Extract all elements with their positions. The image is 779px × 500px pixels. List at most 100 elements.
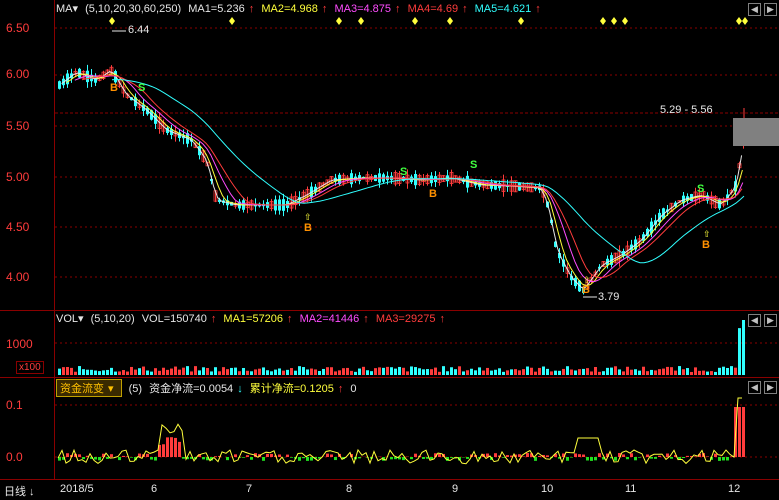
volume-bar bbox=[190, 371, 193, 375]
volume-bar bbox=[642, 367, 645, 375]
volume-bar bbox=[542, 367, 545, 375]
signal-diamond-icon bbox=[412, 17, 418, 25]
volume-bar bbox=[154, 368, 157, 375]
fund-flow-panel[interactable]: 资金流变▾ (5) 资金净流=0.0054↓ 累计净流=0.1205↑ 0 ◀ … bbox=[0, 378, 779, 478]
volume-bar bbox=[678, 366, 681, 375]
volume-bar bbox=[238, 371, 241, 375]
volume-bar bbox=[430, 369, 433, 375]
volume-bar bbox=[286, 370, 289, 375]
volume-bar bbox=[206, 368, 209, 375]
volume-bar bbox=[478, 367, 481, 375]
fund-flow-bar bbox=[118, 457, 121, 460]
fund-flow-bar bbox=[682, 457, 685, 458]
fund-flow-bar bbox=[98, 457, 101, 460]
volume-bar bbox=[150, 372, 153, 375]
fund-flow-bar bbox=[630, 453, 633, 457]
volume-bar bbox=[638, 371, 641, 375]
candlestick-chart bbox=[0, 0, 779, 310]
volume-bar bbox=[510, 369, 513, 375]
fund-flow-bar bbox=[438, 454, 441, 457]
high-price-label: 6.44 bbox=[128, 24, 149, 36]
volume-bar bbox=[178, 370, 181, 375]
volume-bar bbox=[518, 370, 521, 375]
fund-flow-bar bbox=[306, 457, 309, 461]
signal-diamond-icon bbox=[109, 17, 115, 25]
volume-bar bbox=[122, 370, 125, 375]
fund-flow-bar bbox=[714, 454, 717, 457]
volume-panel[interactable]: VOL▾ (5,10,20) VOL=150740↑ MA1=57206↑ MA… bbox=[0, 311, 779, 377]
fund-flow-bar bbox=[286, 455, 289, 457]
volume-bar bbox=[210, 371, 213, 375]
fund-flow-bar bbox=[262, 457, 265, 461]
volume-bar bbox=[274, 370, 277, 375]
volume-bar bbox=[526, 367, 529, 375]
fund-flow-bar bbox=[570, 457, 573, 458]
fund-flow-bar bbox=[242, 457, 245, 458]
fund-flow-bar bbox=[202, 457, 205, 459]
fund-flow-bar bbox=[622, 454, 625, 457]
volume-bar bbox=[390, 367, 393, 375]
volume-bar bbox=[90, 370, 93, 375]
fund-flow-bar bbox=[718, 457, 721, 461]
volume-bar bbox=[486, 368, 489, 375]
fund-flow-bar bbox=[726, 457, 729, 460]
volume-bar bbox=[702, 371, 705, 375]
volume-bar bbox=[254, 369, 257, 375]
fund-flow-bar bbox=[626, 457, 629, 459]
volume-bar bbox=[558, 371, 561, 375]
volume-bar bbox=[198, 370, 201, 375]
volume-bar bbox=[186, 366, 189, 375]
fund-flow-bar bbox=[290, 457, 293, 458]
fund-flow-bar bbox=[150, 457, 153, 460]
fund-flow-bar bbox=[326, 454, 329, 457]
volume-bar bbox=[94, 371, 97, 375]
fund-flow-bar bbox=[310, 457, 313, 461]
volume-bar bbox=[442, 366, 445, 375]
volume-bar bbox=[58, 369, 61, 375]
month-label: 8 bbox=[346, 483, 352, 495]
volume-bar bbox=[418, 368, 421, 375]
volume-bar bbox=[98, 371, 101, 375]
fund-flow-bar bbox=[170, 437, 173, 457]
volume-bar bbox=[398, 367, 401, 375]
volume-bar bbox=[374, 368, 377, 375]
volume-bar bbox=[670, 367, 673, 375]
volume-bar bbox=[538, 368, 541, 375]
period-selector[interactable]: 日线 ↓ bbox=[4, 483, 35, 499]
volume-bar bbox=[378, 367, 381, 375]
volume-bar bbox=[214, 367, 217, 375]
volume-bar bbox=[598, 372, 601, 375]
volume-bar bbox=[462, 371, 465, 375]
buy-marker: B bbox=[582, 284, 590, 296]
volume-bar bbox=[698, 371, 701, 375]
volume-bar bbox=[266, 370, 269, 375]
fund-flow-bar bbox=[742, 407, 745, 457]
volume-bar bbox=[326, 367, 329, 375]
volume-bar bbox=[626, 367, 629, 375]
volume-bar bbox=[470, 369, 473, 375]
volume-bar bbox=[530, 368, 533, 375]
fund-flow-bar bbox=[722, 457, 725, 460]
volume-bar bbox=[222, 367, 225, 375]
month-label: 12 bbox=[728, 483, 740, 495]
volume-bar bbox=[554, 371, 557, 375]
fund-flow-bar bbox=[658, 456, 661, 457]
volume-bar bbox=[622, 371, 625, 375]
fund-flow-bar bbox=[466, 457, 469, 459]
fund-flow-bar bbox=[122, 456, 125, 457]
fund-flow-bar bbox=[146, 454, 149, 457]
volume-bar bbox=[574, 371, 577, 375]
volume-bar bbox=[570, 369, 573, 375]
volume-bar bbox=[534, 372, 537, 375]
volume-bar bbox=[130, 367, 133, 375]
fund-flow-bar bbox=[330, 454, 333, 457]
price-panel[interactable]: MA▾ (5,10,20,30,60,250) MA1=5.236↑ MA2=4… bbox=[0, 0, 779, 310]
signal-diamond-icon bbox=[611, 17, 617, 25]
volume-bar bbox=[426, 369, 429, 375]
fund-flow-bar bbox=[502, 457, 505, 458]
fund-flow-bar bbox=[538, 456, 541, 457]
fund-flow-bar bbox=[694, 456, 697, 457]
volume-bar bbox=[454, 369, 457, 375]
volume-bar bbox=[474, 370, 477, 375]
volume-bar bbox=[174, 367, 177, 375]
